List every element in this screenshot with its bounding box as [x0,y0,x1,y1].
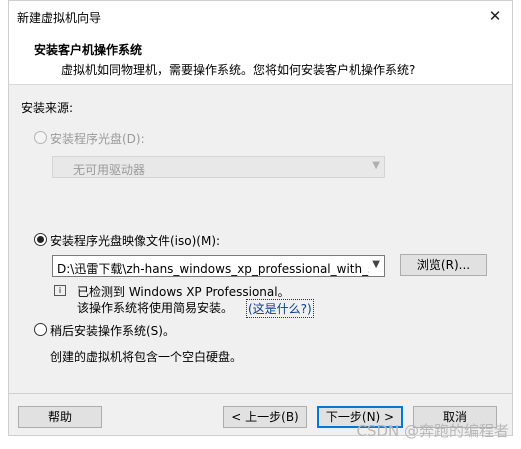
page-title: 安装客户机操作系统 [34,43,143,57]
later-option-label: 稍后安装操作系统(S)。 [50,324,175,338]
install-source-label: 安装来源: [21,101,74,115]
later-option-description: 创建的虚拟机将包含一个空白硬盘。 [50,350,243,364]
disc-radio[interactable] [34,131,47,144]
iso-radio[interactable] [34,233,47,246]
wizard-header: 安装客户机操作系统 虚拟机如同物理机，需要操作系统。您将如何安装客户机操作系统? [9,31,512,85]
iso-path-combo[interactable]: D:\迅雷下载\zh-hans_windows_xp_professional_… [52,255,385,277]
close-icon[interactable]: ✕ [484,6,506,26]
iso-option-label: 安装程序光盘映像文件(iso)(M): [50,234,221,248]
back-button[interactable]: < 上一步(B) [223,406,307,428]
detected-os-text: 已检测到 Windows XP Professional。 [77,285,290,299]
later-radio[interactable] [34,323,47,336]
help-button[interactable]: 帮助 [18,406,102,428]
disc-option-label: 安装程序光盘(D): [50,132,145,146]
disc-drive-select[interactable]: 无可用驱动器 ▼ [52,156,385,178]
chevron-down-icon: ▼ [372,160,380,171]
info-icon: i [54,285,66,296]
window-title: 新建虚拟机向导 [17,11,102,25]
iso-path-value: D:\迅雷下载\zh-hans_windows_xp_professional_… [57,262,369,276]
footer-divider [9,393,512,394]
disc-drive-value: 无可用驱动器 [73,163,146,177]
title-bar: 新建虚拟机向导 ✕ [9,1,512,31]
chevron-down-icon[interactable]: ▼ [372,259,380,270]
browse-button[interactable]: 浏览(R)... [400,254,487,276]
easy-install-text: 该操作系统将使用简易安装。 [77,301,234,315]
watermark-text: CSDN @奔跑的编程者 [356,422,509,440]
page-subtitle: 虚拟机如同物理机，需要操作系统。您将如何安装客户机操作系统? [61,63,416,77]
whats-this-link[interactable]: (这是什么?) [246,299,314,318]
new-vm-wizard-dialog: 新建虚拟机向导 ✕ 安装客户机操作系统 虚拟机如同物理机，需要操作系统。您将如何… [8,0,513,436]
